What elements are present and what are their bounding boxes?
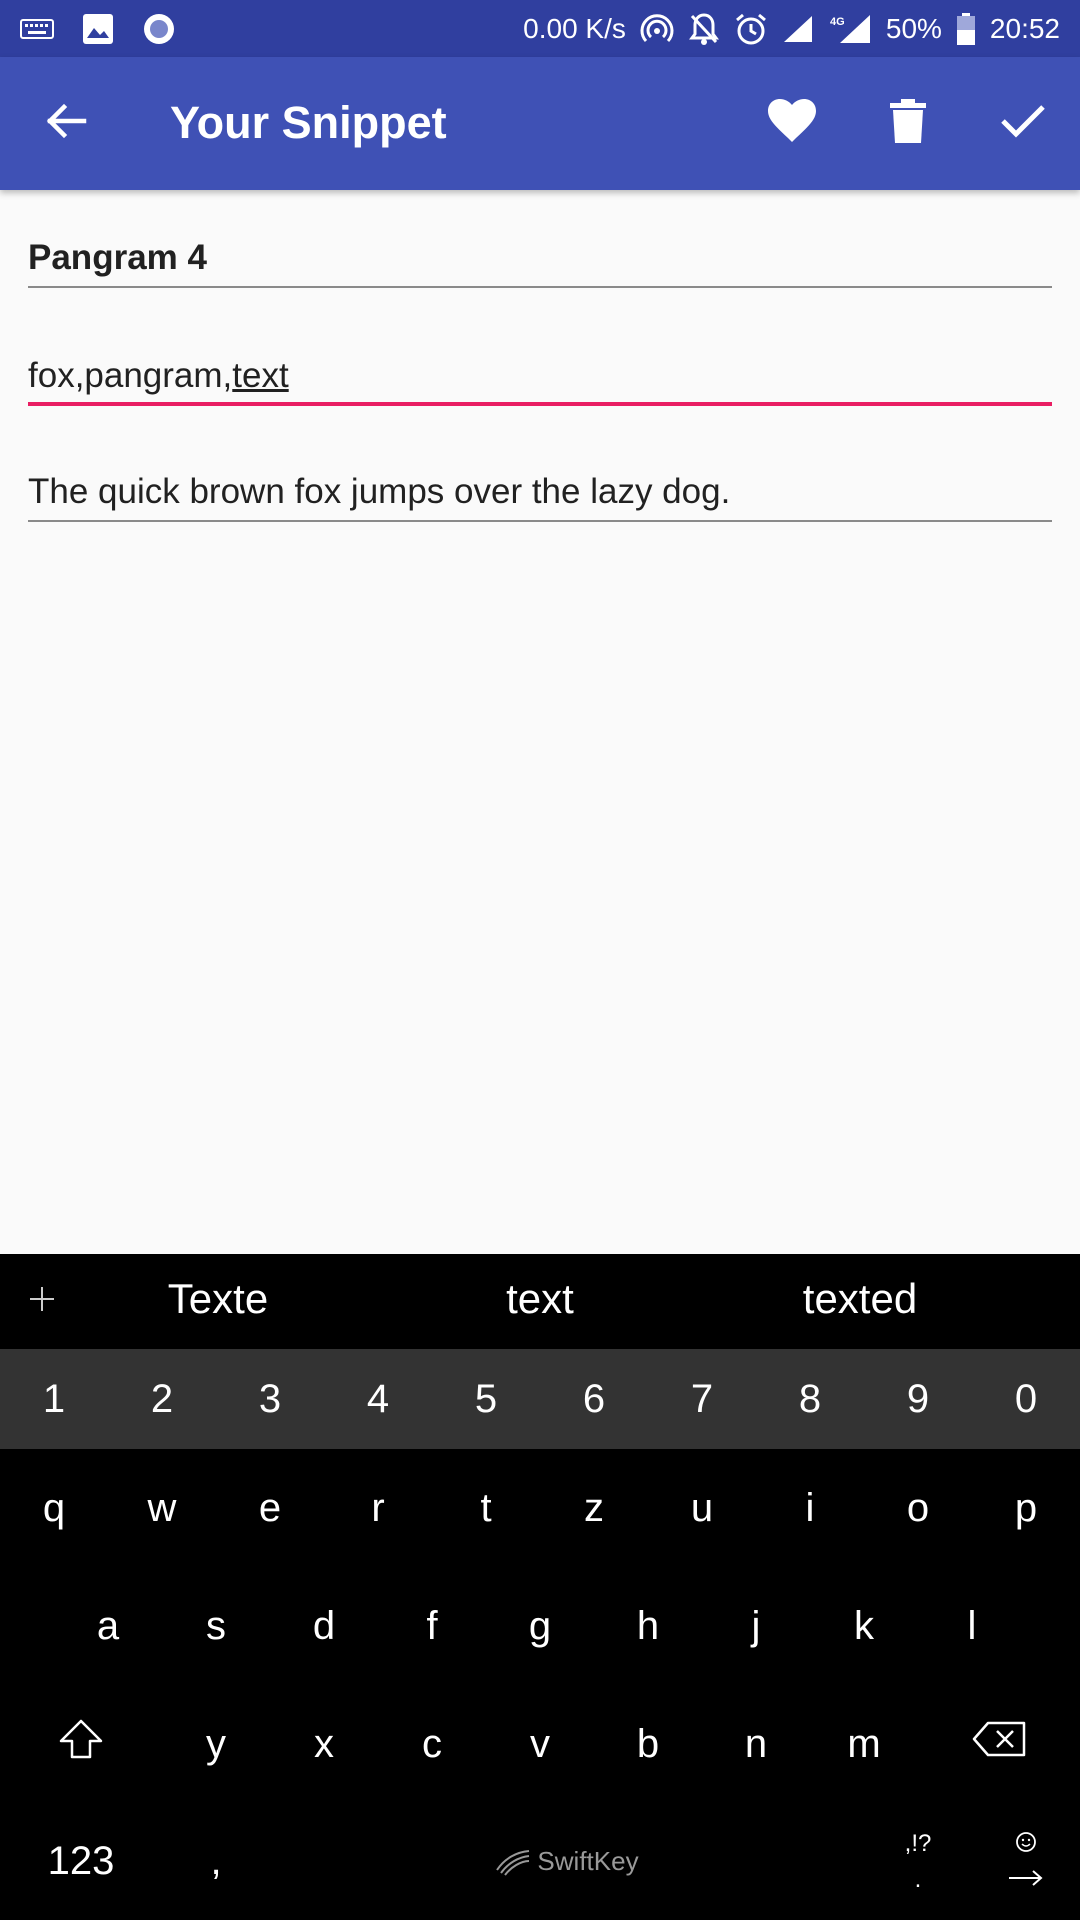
suggestion-2[interactable]: text [410, 1268, 670, 1330]
svg-text:4G: 4G [830, 16, 845, 28]
key-z[interactable]: z [540, 1449, 648, 1567]
key-g[interactable]: g [486, 1567, 594, 1685]
key-i[interactable]: i [756, 1449, 864, 1567]
key-e[interactable]: e [216, 1449, 324, 1567]
emoji-icon [1014, 1830, 1038, 1860]
key-6[interactable]: 6 [540, 1349, 648, 1449]
key-k[interactable]: k [810, 1567, 918, 1685]
clock: 20:52 [989, 12, 1060, 44]
key-v[interactable]: v [486, 1685, 594, 1803]
body-value: The quick brown fox jumps over the lazy … [28, 472, 731, 511]
key-0[interactable]: 0 [972, 1349, 1080, 1449]
key-o[interactable]: o [864, 1449, 972, 1567]
save-button[interactable] [987, 87, 1059, 159]
key-m[interactable]: m [810, 1685, 918, 1803]
image-icon [82, 13, 114, 45]
swiftkey-brand: SwiftKey [537, 1846, 639, 1876]
key-5[interactable]: 5 [432, 1349, 540, 1449]
key-row-3: y x c v b n m [0, 1685, 1080, 1803]
plus-icon[interactable] [22, 1274, 62, 1324]
key-p[interactable]: p [972, 1449, 1080, 1567]
title-value: Pangram 4 [28, 238, 207, 277]
signal-icon [782, 14, 814, 44]
key-b[interactable]: b [594, 1685, 702, 1803]
key-j[interactable]: j [702, 1567, 810, 1685]
key-q[interactable]: q [0, 1449, 108, 1567]
status-bar: 0.00 K/s 4G 50% 20:52 [0, 0, 1080, 57]
battery-icon [956, 12, 976, 46]
key-f[interactable]: f [378, 1567, 486, 1685]
key-u[interactable]: u [648, 1449, 756, 1567]
tags-text: fox,pangram, [28, 356, 233, 395]
check-icon [1000, 103, 1046, 144]
backspace-icon [972, 1721, 1026, 1767]
punctuation-key[interactable]: ,!? . [864, 1803, 972, 1920]
key-h[interactable]: h [594, 1567, 702, 1685]
bell-off-icon [688, 12, 720, 46]
key-row-4: 123 , SwiftKey ,!? . [0, 1803, 1080, 1920]
key-l[interactable]: l [918, 1567, 1026, 1685]
key-row-1: q w e r t z u i o p [0, 1449, 1080, 1567]
key-a[interactable]: a [54, 1567, 162, 1685]
page-title: Your Snippet [170, 97, 447, 148]
title-underline [28, 286, 1052, 288]
favorite-button[interactable] [756, 87, 828, 159]
key-r[interactable]: r [324, 1449, 432, 1567]
number-row: 1 2 3 4 5 6 7 8 9 0 [0, 1349, 1080, 1449]
alarm-icon [734, 12, 768, 46]
tags-composing-word: text [232, 356, 289, 395]
key-t[interactable]: t [432, 1449, 540, 1567]
suggestion-3[interactable]: texted [730, 1268, 990, 1330]
signal-4g-icon: 4G [828, 13, 872, 45]
key-9[interactable]: 9 [864, 1349, 972, 1449]
body-underline [28, 520, 1052, 522]
hotspot-icon [640, 12, 674, 46]
screen: 0.00 K/s 4G 50% 20:52 Your Snippet Pangr… [0, 0, 1080, 1920]
key-d[interactable]: d [270, 1567, 378, 1685]
circle-app-icon [142, 12, 176, 46]
key-3[interactable]: 3 [216, 1349, 324, 1449]
key-row-2: a s d f g h j k l [0, 1567, 1080, 1685]
key-c[interactable]: c [378, 1685, 486, 1803]
key-s[interactable]: s [162, 1567, 270, 1685]
tags-field[interactable]: fox,pangram,text [28, 354, 1052, 406]
shift-icon [58, 1718, 104, 1770]
enter-arrow-icon [1007, 1868, 1045, 1894]
symbols-key[interactable]: 123 [0, 1803, 162, 1920]
key-4[interactable]: 4 [324, 1349, 432, 1449]
title-field[interactable]: Pangram 4 [28, 236, 1052, 288]
keyboard-icon [20, 17, 54, 41]
key-n[interactable]: n [702, 1685, 810, 1803]
swiftkey-logo: SwiftKey [495, 1846, 639, 1877]
punct-bottom: . [914, 1865, 922, 1893]
key-y[interactable]: y [162, 1685, 270, 1803]
suggestion-bar: Texte text texted [0, 1254, 1080, 1349]
enter-key[interactable] [972, 1803, 1080, 1920]
tags-value: fox,pangram,text [28, 354, 1052, 398]
net-speed: 0.00 K/s [523, 12, 626, 44]
key-x[interactable]: x [270, 1685, 378, 1803]
back-arrow-icon [44, 99, 88, 148]
key-8[interactable]: 8 [756, 1349, 864, 1449]
key-7[interactable]: 7 [648, 1349, 756, 1449]
heart-icon [767, 98, 817, 149]
suggestion-1[interactable]: Texte [88, 1268, 348, 1330]
trash-icon [889, 98, 927, 149]
backspace-key[interactable] [918, 1685, 1080, 1803]
tags-underline-focused [28, 402, 1052, 406]
shift-key[interactable] [0, 1685, 162, 1803]
comma-key[interactable]: , [162, 1803, 270, 1920]
space-bar[interactable]: SwiftKey [270, 1803, 864, 1920]
key-2[interactable]: 2 [108, 1349, 216, 1449]
key-w[interactable]: w [108, 1449, 216, 1567]
battery-percent: 50% [885, 12, 942, 44]
keyboard: Texte text texted 1 2 3 4 5 6 7 8 9 0 q … [0, 1254, 1080, 1920]
delete-button[interactable] [872, 87, 944, 159]
key-1[interactable]: 1 [0, 1349, 108, 1449]
back-button[interactable] [30, 87, 102, 159]
body-field[interactable]: The quick brown fox jumps over the lazy … [28, 470, 1052, 522]
app-bar: Your Snippet [0, 57, 1080, 190]
punct-top: ,!? [904, 1829, 932, 1857]
